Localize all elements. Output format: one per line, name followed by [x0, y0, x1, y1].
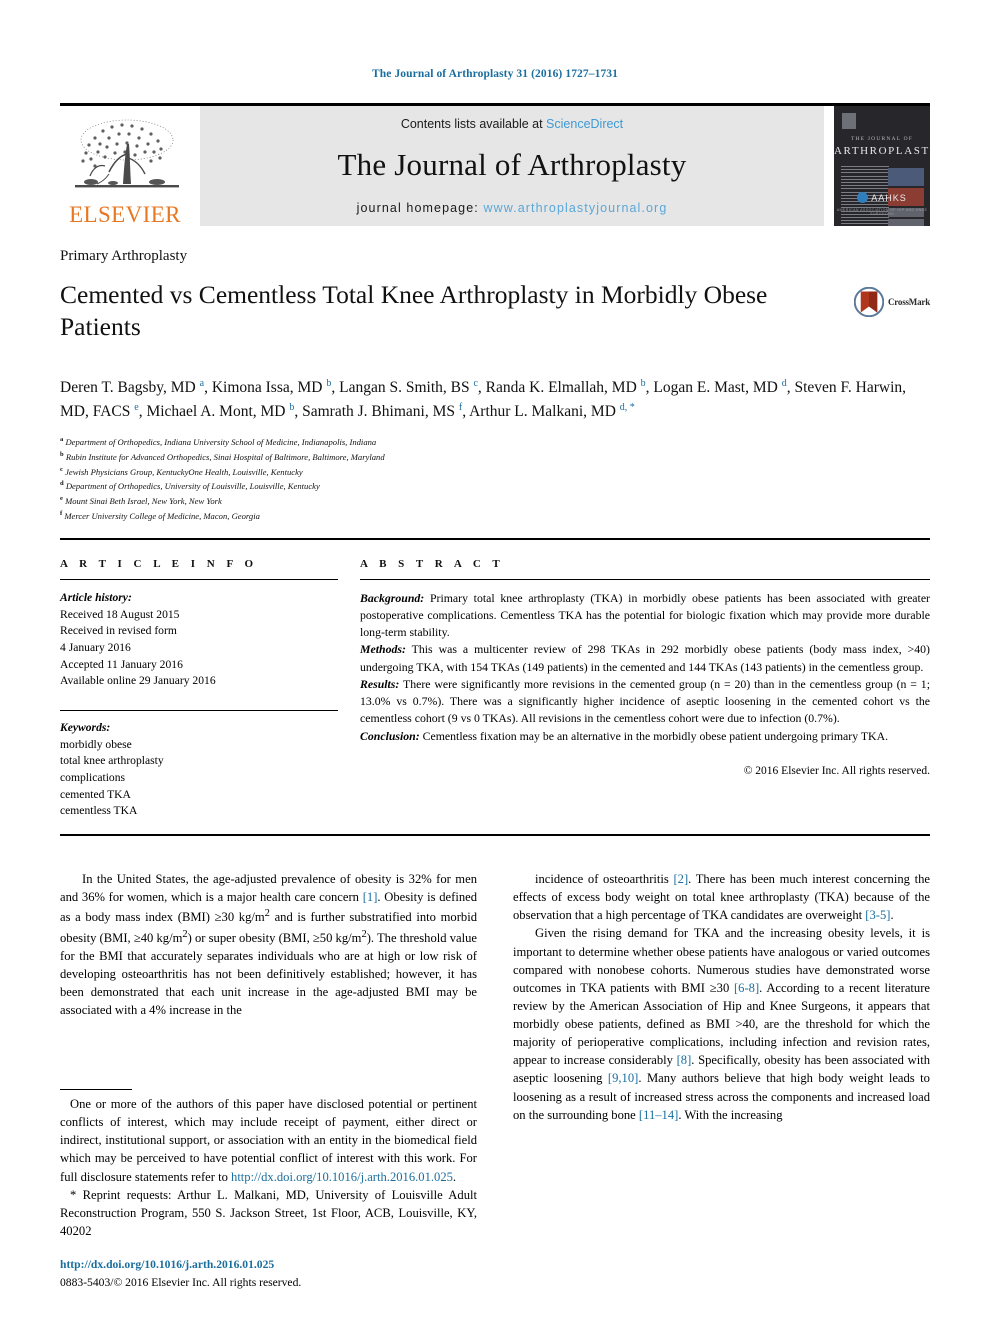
abstract-copyright: © 2016 Elsevier Inc. All rights reserved…	[743, 764, 930, 777]
keywords-block: Keywords: morbidly obese total knee arth…	[60, 720, 338, 820]
conflict-of-interest-note: One or more of the authors of this paper…	[60, 1097, 477, 1184]
article-info-heading-rule	[60, 578, 338, 580]
doi-block: http://dx.doi.org/10.1016/j.arth.2016.01…	[60, 1257, 477, 1291]
body-column-right: incidence of osteoarthritis [2]. There h…	[513, 870, 930, 1291]
abstract-section-text: This was a multicenter review of 298 TKA…	[360, 642, 930, 674]
abstract-section-text: Primary total knee arthroplasty (TKA) in…	[360, 590, 930, 640]
history-line: Available online 29 January 2016	[60, 674, 216, 688]
history-line: Received in revised form	[60, 624, 177, 638]
author-list: Deren T. Bagsby, MD a, Kimona Issa, MD b…	[60, 378, 907, 420]
crossmark-icon	[853, 287, 884, 317]
article-history-label: Article history:	[60, 590, 132, 604]
affiliation-marker: f	[60, 510, 63, 518]
paragraph: In the United States, the age-adjusted p…	[60, 872, 477, 1018]
affiliation-marker: c	[60, 465, 63, 473]
abstract-section-label: Background:	[360, 590, 425, 605]
cover-journal-name: ARTHROPLASTY	[834, 145, 930, 157]
sciencedirect-link[interactable]: ScienceDirect	[546, 117, 623, 131]
aahks-mark-icon	[857, 192, 869, 204]
affiliation-marker: e	[60, 495, 63, 503]
running-head: The Journal of Arthroplasty 31 (2016) 17…	[372, 68, 618, 80]
contents-prefix: Contents lists available at	[400, 117, 547, 131]
affiliation-item: d Department of Orthopedics, University …	[60, 479, 930, 494]
paragraph: Given the rising demand for TKA and the …	[513, 926, 930, 1122]
crossmark-badge[interactable]: CrossMark	[853, 287, 930, 317]
abstract-section-label: Methods:	[360, 642, 406, 657]
journal-band: Contents lists available at ScienceDirec…	[200, 106, 824, 226]
journal-masthead: ELSEVIER Contents lists available at Sci…	[60, 103, 930, 226]
journal-homepage-line: journal homepage: www.arthroplastyjourna…	[357, 201, 668, 215]
elsevier-wordmark: ELSEVIER	[69, 202, 181, 227]
journal-homepage-link[interactable]: www.arthroplastyjournal.org	[483, 201, 667, 215]
history-line: Received 18 August 2015	[60, 607, 180, 621]
doi-link[interactable]: http://dx.doi.org/10.1016/j.arth.2016.01…	[60, 1258, 274, 1271]
body-columns: In the United States, the age-adjusted p…	[60, 870, 930, 1291]
reprint-requests-note: * Reprint requests: Arthur L. Malkani, M…	[60, 1187, 477, 1238]
article-info-heading: A R T I C L E I N F O	[60, 557, 258, 570]
abstract-body: Background: Primary total knee arthropla…	[360, 590, 930, 745]
crossmark-label: CrossMark	[887, 297, 930, 307]
affiliation-item: c Jewish Physicians Group, KentuckyOne H…	[60, 465, 930, 480]
contents-available-line: Contents lists available at ScienceDirec…	[401, 117, 623, 131]
footnote-rule	[60, 1089, 132, 1091]
abstract-column: A B S T R A C T Background: Primary tota…	[360, 558, 930, 820]
article-page: The Journal of Arthroplasty 31 (2016) 17…	[0, 0, 990, 1320]
affiliation-item: e Mount Sinai Beth Israel, New York, New…	[60, 494, 930, 509]
journal-cover-thumbnail: THE JOURNAL OF ARTHROPLASTY AAHKS AMERIC…	[834, 106, 930, 226]
keyword-item: cementless TKA	[60, 804, 138, 818]
affiliation-text: Rubin Institute for Advanced Orthopedics…	[65, 451, 385, 462]
keyword-item: total knee arthroplasty	[60, 754, 164, 768]
affiliation-item: a Department of Orthopedics, Indiana Uni…	[60, 435, 930, 450]
issn-copyright: 0883-5403/© 2016 Elsevier Inc. All right…	[60, 1275, 302, 1289]
keywords-rule	[60, 709, 338, 711]
info-band-bottom-rule	[60, 834, 930, 837]
elsevier-tree-icon	[65, 114, 185, 202]
paragraph: incidence of osteoarthritis [2]. There h…	[513, 872, 930, 923]
abstract-section-label: Conclusion:	[360, 728, 420, 743]
abstract-heading: A B S T R A C T	[360, 557, 505, 570]
cover-society-logo: AAHKS AMERICAN ASSOCIATION OF HIP AND KN…	[834, 189, 930, 216]
footnotes: One or more of the authors of this paper…	[60, 1095, 477, 1240]
page-title: Cemented vs Cementless Total Knee Arthro…	[60, 280, 768, 342]
history-line: Accepted 11 January 2016	[60, 657, 183, 671]
affiliation-text: Jewish Physicians Group, KentuckyOne Hea…	[65, 466, 303, 477]
article-info-column: A R T I C L E I N F O Article history: R…	[60, 558, 360, 820]
intro-left-text: In the United States, the age-adjusted p…	[60, 870, 477, 1085]
cover-emblem-icon	[842, 113, 856, 129]
affiliation-marker: a	[60, 436, 64, 444]
info-abstract-band: A R T I C L E I N F O Article history: R…	[60, 540, 930, 820]
elsevier-logo: ELSEVIER	[60, 106, 190, 226]
affiliation-item: f Mercer University College of Medicine,…	[60, 509, 930, 524]
abstract-heading-rule	[360, 578, 930, 580]
aahks-label: AAHKS	[871, 192, 907, 203]
keywords-label: Keywords:	[60, 720, 111, 734]
homepage-prefix: journal homepage:	[356, 201, 484, 215]
cover-kicker: THE JOURNAL OF	[850, 136, 914, 142]
journal-title: The Journal of Arthroplasty	[337, 147, 687, 182]
aahks-sublabel: AMERICAN ASSOCIATION OF HIP AND KNEE SUR…	[836, 208, 928, 216]
abstract-section-text: Cementless fixation may be an alternativ…	[419, 728, 889, 743]
affiliation-text: Mount Sinai Beth Israel, New York, New Y…	[65, 496, 222, 507]
abstract-section-text: There were significantly more revisions …	[360, 676, 930, 726]
abstract-section-label: Results:	[360, 676, 400, 691]
affiliation-marker: b	[60, 450, 64, 458]
affiliation-marker: d	[60, 480, 64, 488]
affiliation-list: a Department of Orthopedics, Indiana Uni…	[60, 435, 930, 524]
keyword-item: complications	[60, 771, 126, 785]
affiliation-text: Mercer University College of Medicine, M…	[64, 510, 260, 521]
keyword-item: morbidly obese	[60, 737, 132, 751]
affiliation-text: Department of Orthopedics, University of…	[65, 481, 320, 492]
keyword-item: cemented TKA	[60, 787, 131, 801]
affiliation-item: b Rubin Institute for Advanced Orthopedi…	[60, 450, 930, 465]
body-column-left: In the United States, the age-adjusted p…	[60, 870, 477, 1291]
affiliation-text: Department of Orthopedics, Indiana Unive…	[65, 437, 377, 447]
section-kicker: Primary Arthroplasty	[60, 248, 188, 264]
title-row: Cemented vs Cementless Total Knee Arthro…	[60, 265, 930, 360]
article-history: Article history: Received 18 August 2015…	[60, 590, 338, 690]
history-line: 4 January 2016	[60, 640, 131, 654]
